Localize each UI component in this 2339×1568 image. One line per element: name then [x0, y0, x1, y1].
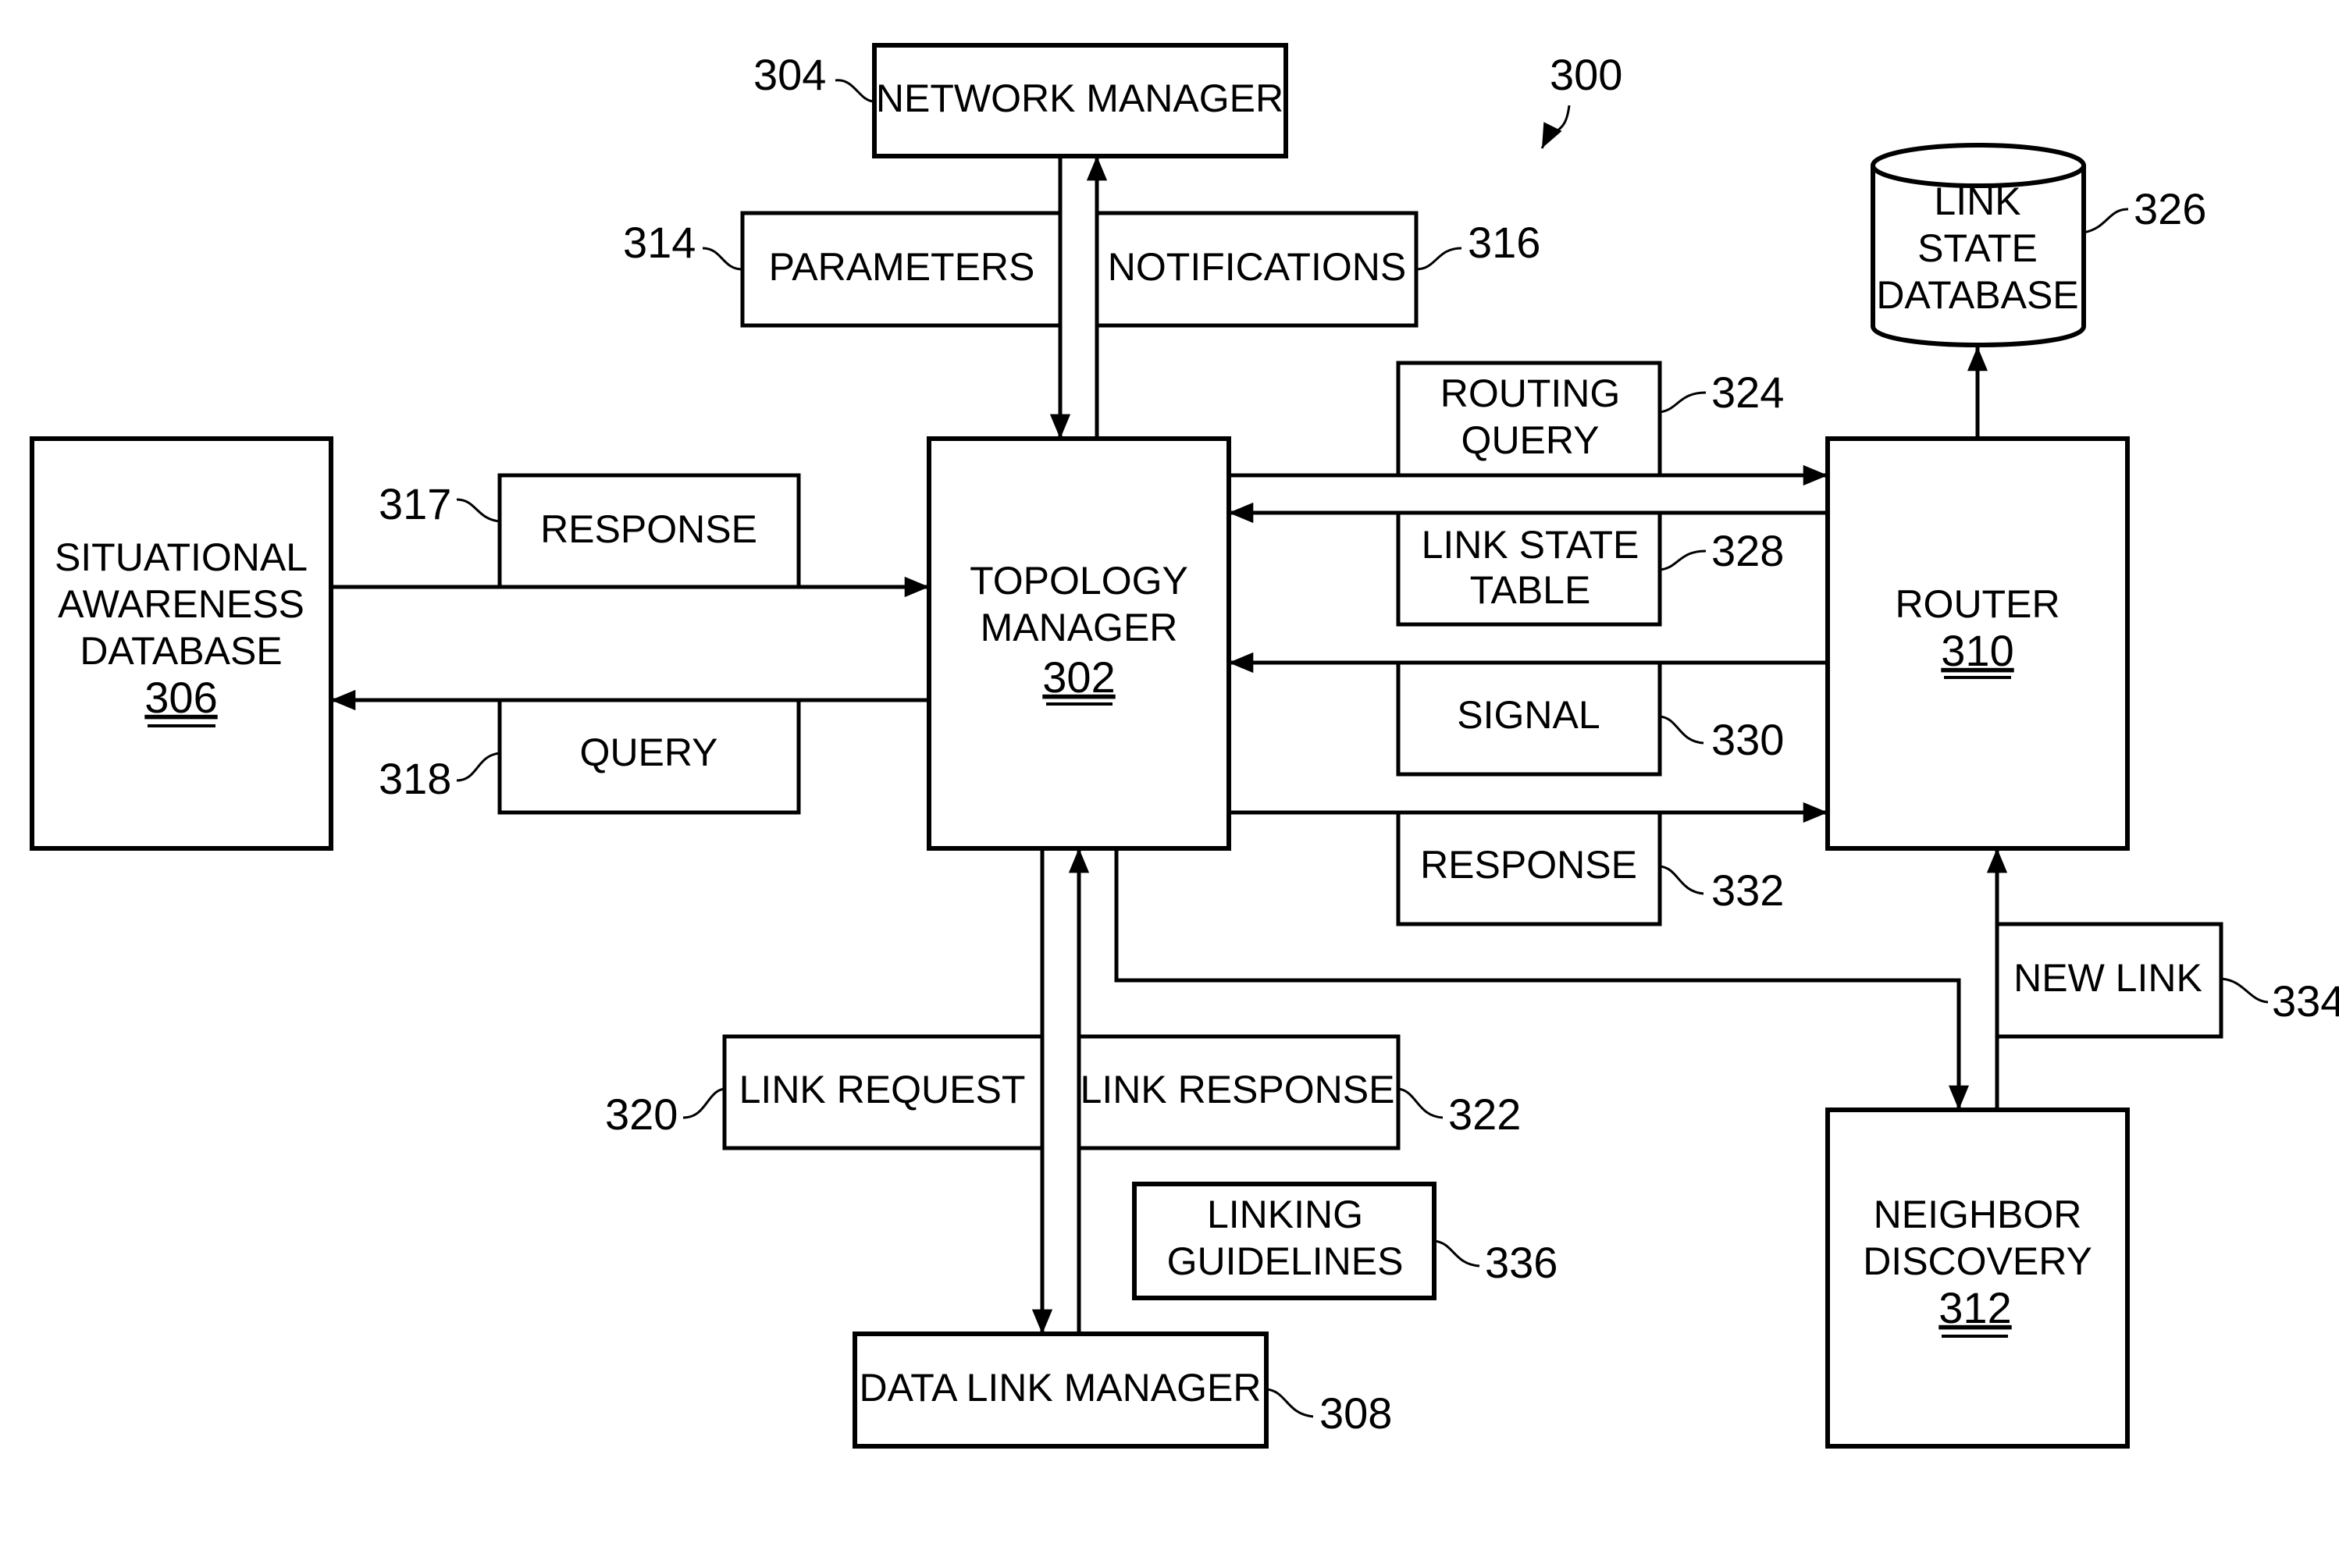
- ref-328: 328: [1711, 526, 1784, 575]
- sadb-line-3: DATABASE: [80, 629, 282, 673]
- leader-330: [1659, 715, 1704, 745]
- topology-manager-line-1: TOPOLOGY: [970, 559, 1188, 603]
- topology-manager-line-2: MANAGER: [981, 606, 1178, 649]
- router-response-message: RESPONSE: [1396, 810, 1662, 926]
- ref-324: 324: [1711, 368, 1784, 417]
- ref-322: 322: [1448, 1090, 1521, 1139]
- link-response-message: LINK RESPONSE: [1077, 1034, 1401, 1150]
- link-request-message: LINK REQUEST: [722, 1034, 1045, 1150]
- new-link-label: NEW LINK: [2013, 956, 2202, 1000]
- leader-320: [682, 1087, 725, 1119]
- ref-318: 318: [379, 754, 451, 803]
- network-manager-node[interactable]: NETWORK MANAGER: [872, 43, 1288, 158]
- routing-query-line-1: ROUTING: [1440, 372, 1621, 415]
- leader-336: [1433, 1239, 1480, 1268]
- signal-message: SIGNAL: [1396, 660, 1662, 777]
- linking-guidelines-node[interactable]: LINKING GUIDELINES: [1132, 1182, 1437, 1300]
- lsdb-line-2: STATE: [1917, 226, 2038, 270]
- routing-query-message: ROUTING QUERY: [1396, 361, 1662, 478]
- linking-guidelines-line-2: GUIDELINES: [1167, 1239, 1404, 1283]
- sadb-line-1: SITUATIONAL: [55, 535, 308, 579]
- leader-324: [1659, 391, 1707, 414]
- sa-response-message: RESPONSE: [497, 473, 801, 589]
- sadb-number: 306: [144, 673, 217, 722]
- link-request-label: LINK REQUEST: [739, 1068, 1026, 1111]
- ref-332: 332: [1711, 866, 1784, 915]
- leader-332: [1659, 865, 1704, 895]
- link-state-database-node[interactable]: LINK STATE DATABASE: [1871, 143, 2086, 347]
- neighbor-discovery-line-1: NEIGHBOR: [1874, 1193, 2082, 1236]
- figure-reference: 300: [1540, 50, 1622, 149]
- ref-308: 308: [1319, 1388, 1392, 1438]
- ref-336: 336: [1485, 1238, 1558, 1287]
- leader-326: [2083, 208, 2129, 234]
- router-number: 310: [1941, 626, 2013, 675]
- router-node[interactable]: ROUTER 310: [1825, 436, 2130, 851]
- leader-328: [1659, 549, 1707, 571]
- sa-query-message: QUERY: [497, 698, 801, 815]
- lsdb-line-1: LINK: [1934, 180, 2020, 223]
- link-state-table-line-1: LINK STATE: [1422, 523, 1639, 567]
- leader-308: [1266, 1388, 1314, 1418]
- ref-314: 314: [623, 218, 696, 267]
- ref-316: 316: [1468, 218, 1540, 267]
- topology-manager-number: 302: [1042, 652, 1115, 702]
- network-manager-ref: 304: [753, 50, 875, 103]
- parameters-message: PARAMETERS: [740, 211, 1063, 328]
- router-label: ROUTER: [1895, 582, 2060, 626]
- leader-318: [456, 752, 500, 782]
- ref-330: 330: [1711, 715, 1784, 764]
- situational-awareness-db-node[interactable]: SITUATIONAL AWARENESS DATABASE 306: [30, 436, 333, 851]
- signal-label: SIGNAL: [1457, 693, 1600, 737]
- neighbor-discovery-number: 312: [1938, 1283, 2011, 1332]
- link-response-label: LINK RESPONSE: [1080, 1068, 1395, 1111]
- ref-317: 317: [379, 479, 451, 528]
- routing-query-line-2: QUERY: [1461, 418, 1600, 462]
- neighbor-discovery-node[interactable]: NEIGHBOR DISCOVERY 312: [1825, 1108, 2130, 1449]
- router-response-label: RESPONSE: [1420, 843, 1637, 887]
- data-link-manager-node[interactable]: DATA LINK MANAGER: [853, 1332, 1269, 1449]
- leader-334: [2220, 977, 2269, 1004]
- leader-304: [835, 79, 875, 103]
- parameters-label: PARAMETERS: [769, 245, 1035, 289]
- data-link-manager-label: DATA LINK MANAGER: [860, 1366, 1262, 1410]
- link-state-table-line-2: TABLE: [1470, 568, 1591, 612]
- sa-query-label: QUERY: [580, 731, 718, 774]
- linking-guidelines-line-1: LINKING: [1207, 1193, 1363, 1236]
- link-state-table-message: LINK STATE TABLE: [1396, 510, 1662, 627]
- sa-response-label: RESPONSE: [540, 507, 757, 551]
- network-manager-label: NETWORK MANAGER: [876, 76, 1283, 120]
- leader-314: [702, 247, 743, 271]
- topology-manager-node[interactable]: TOPOLOGY MANAGER 302: [927, 436, 1231, 851]
- ref-304: 304: [753, 50, 826, 99]
- sadb-line-2: AWARENESS: [58, 582, 304, 626]
- new-link-message: NEW LINK: [1995, 922, 2223, 1039]
- notifications-message: NOTIFICATIONS: [1095, 211, 1419, 328]
- figure-ref-number: 300: [1550, 50, 1622, 99]
- leader-316: [1415, 247, 1462, 271]
- network-topology-diagram: 300 NETWORK MANAGER 304 PARAMETERS 314 N…: [30, 43, 2339, 1449]
- neighbor-discovery-line-2: DISCOVERY: [1863, 1239, 2092, 1283]
- figure-ref-arrow: [1540, 105, 1571, 149]
- ref-334: 334: [2272, 976, 2339, 1026]
- lsdb-line-3: DATABASE: [1876, 273, 2078, 317]
- leader-317: [456, 498, 500, 523]
- ref-326: 326: [2134, 184, 2206, 233]
- notifications-label: NOTIFICATIONS: [1108, 245, 1406, 289]
- ref-320: 320: [605, 1090, 678, 1139]
- leader-322: [1397, 1087, 1444, 1119]
